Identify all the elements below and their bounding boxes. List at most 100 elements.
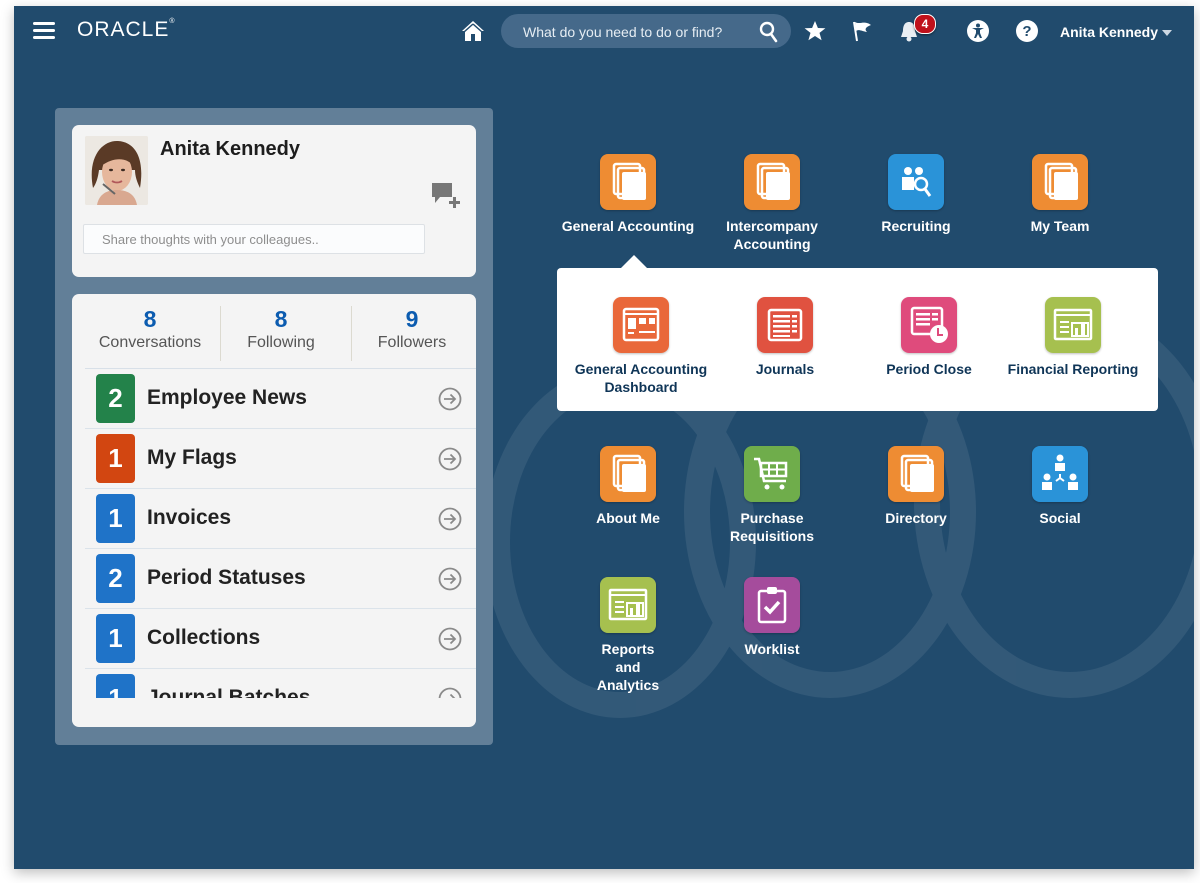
count-badge: 2	[96, 374, 135, 423]
profile-card: Anita Kennedy	[72, 125, 476, 277]
avatar[interactable]	[85, 136, 148, 205]
social-network-icon	[1032, 446, 1088, 502]
app-label: Social	[1039, 510, 1081, 526]
count-badge: 1	[96, 614, 135, 663]
stat-value: 9	[405, 306, 419, 332]
list-item-label: Period Statuses	[147, 566, 306, 589]
user-name: Anita Kennedy	[1060, 24, 1159, 40]
app-label: My Team	[1030, 218, 1090, 234]
hamburger-menu-icon[interactable]	[33, 22, 55, 40]
app-label: General Accounting Dashboard	[574, 361, 708, 395]
arrow-circle-right-icon[interactable]	[438, 387, 462, 411]
list-item-label: Employee News	[147, 386, 307, 409]
app-directory[interactable]: Directory	[846, 446, 986, 527]
worklist-summary[interactable]: 2 Employee News 1 My Flags 1 Invoices 2 …	[85, 369, 476, 698]
flag-icon[interactable]	[850, 19, 874, 43]
stat-label: Following	[247, 334, 315, 351]
share-thoughts-input[interactable]	[83, 224, 425, 254]
oracle-logo: ORACLE®	[77, 18, 176, 41]
stat-conversations[interactable]: 8 Conversations	[85, 306, 215, 352]
app-label: General Accounting	[561, 218, 695, 234]
journals-table-icon	[757, 297, 813, 353]
list-item-journal-batches[interactable]: 1 Journal Batches	[85, 669, 476, 698]
folder-stack-icon	[1032, 154, 1088, 210]
dashboard-icon	[613, 297, 669, 353]
app-recruiting[interactable]: Recruiting	[846, 154, 986, 235]
recruiting-icon	[888, 154, 944, 210]
new-conversation-icon[interactable]	[432, 183, 462, 209]
app-label: Worklist	[744, 641, 800, 657]
count-badge: 2	[96, 554, 135, 603]
app-label: Intercompany Accounting	[726, 218, 818, 252]
app-label: Purchase Requisitions	[729, 510, 814, 544]
count-badge: 1	[96, 674, 135, 698]
list-item-period-statuses[interactable]: 2 Period Statuses	[85, 549, 476, 609]
app-general-accounting[interactable]: General Accounting	[558, 154, 698, 235]
count-badge: 1	[96, 434, 135, 483]
stat-value: 8	[274, 306, 288, 332]
profile-name[interactable]: Anita Kennedy	[160, 138, 300, 161]
search-icon[interactable]	[759, 21, 779, 43]
app-social[interactable]: Social	[990, 446, 1130, 527]
clipboard-check-icon	[744, 577, 800, 633]
app-label: Reports and Analytics	[596, 641, 660, 693]
drawer-pointer	[620, 255, 648, 269]
app-journals[interactable]: Journals	[715, 297, 855, 378]
stat-followers[interactable]: 9 Followers	[347, 306, 476, 352]
shopping-cart-icon	[744, 446, 800, 502]
list-item-label: Collections	[147, 626, 261, 649]
list-item-label: My Flags	[147, 446, 237, 469]
arrow-circle-right-icon[interactable]	[438, 567, 462, 591]
period-close-clock-icon	[901, 297, 957, 353]
arrow-circle-right-icon[interactable]	[438, 447, 462, 471]
folder-stack-icon	[744, 154, 800, 210]
stat-value: 8	[143, 306, 157, 332]
folder-stack-icon	[600, 446, 656, 502]
help-icon[interactable]: ?	[1015, 19, 1039, 43]
home-icon[interactable]	[461, 20, 485, 42]
count-badge: 1	[96, 494, 135, 543]
list-item-invoices[interactable]: 1 Invoices	[85, 489, 476, 549]
app-period-close[interactable]: Period Close	[859, 297, 999, 378]
app-label: Financial Reporting	[1007, 361, 1139, 377]
search-bar	[501, 14, 791, 50]
list-item-collections[interactable]: 1 Collections	[85, 609, 476, 669]
user-menu[interactable]: Anita Kennedy	[1060, 24, 1173, 40]
oracle-home-screen: ORACLE® 4	[14, 6, 1194, 869]
arrow-circle-right-icon[interactable]	[438, 687, 462, 698]
app-general-accounting-dashboard[interactable]: General Accounting Dashboard	[571, 297, 711, 396]
stat-label: Followers	[377, 334, 447, 351]
social-stats: 8 Conversations 8 Following 9 Followers	[85, 294, 476, 369]
app-label: Directory	[885, 510, 947, 526]
app-my-team[interactable]: My Team	[990, 154, 1130, 235]
report-chart-icon	[1045, 297, 1101, 353]
global-header: ORACLE® 4	[14, 6, 1194, 58]
notifications-count-badge: 4	[914, 14, 936, 34]
list-item-employee-news[interactable]: 2 Employee News	[85, 369, 476, 429]
list-item-my-flags[interactable]: 1 My Flags	[85, 429, 476, 489]
app-intercompany-accounting[interactable]: Intercompany Accounting	[702, 154, 842, 253]
folder-stack-icon	[888, 446, 944, 502]
folder-stack-icon	[600, 154, 656, 210]
chevron-down-icon	[1162, 30, 1173, 37]
brand-text: ORACLE	[77, 18, 170, 41]
search-input[interactable]	[521, 14, 745, 50]
favorites-star-icon[interactable]	[803, 19, 827, 43]
app-reports-and-analytics[interactable]: Reports and Analytics	[558, 577, 698, 694]
arrow-circle-right-icon[interactable]	[438, 627, 462, 651]
app-worklist[interactable]: Worklist	[702, 577, 842, 658]
list-item-label: Journal Batches	[147, 686, 311, 698]
app-label: About Me	[596, 510, 660, 526]
app-purchase-requisitions[interactable]: Purchase Requisitions	[702, 446, 842, 545]
stat-following[interactable]: 8 Following	[216, 306, 346, 352]
app-label: Recruiting	[881, 218, 951, 234]
app-financial-reporting[interactable]: Financial Reporting	[1003, 297, 1143, 378]
arrow-circle-right-icon[interactable]	[438, 507, 462, 531]
list-item-label: Invoices	[147, 506, 232, 529]
accessibility-icon[interactable]	[966, 19, 990, 43]
social-panel: Anita Kennedy 8 Conversations 8 Followin…	[55, 108, 493, 745]
app-about-me[interactable]: About Me	[558, 446, 698, 527]
activity-card: 8 Conversations 8 Following 9 Followers …	[72, 294, 476, 727]
app-label: Journals	[755, 361, 815, 377]
svg-text:?: ?	[1022, 23, 1031, 40]
